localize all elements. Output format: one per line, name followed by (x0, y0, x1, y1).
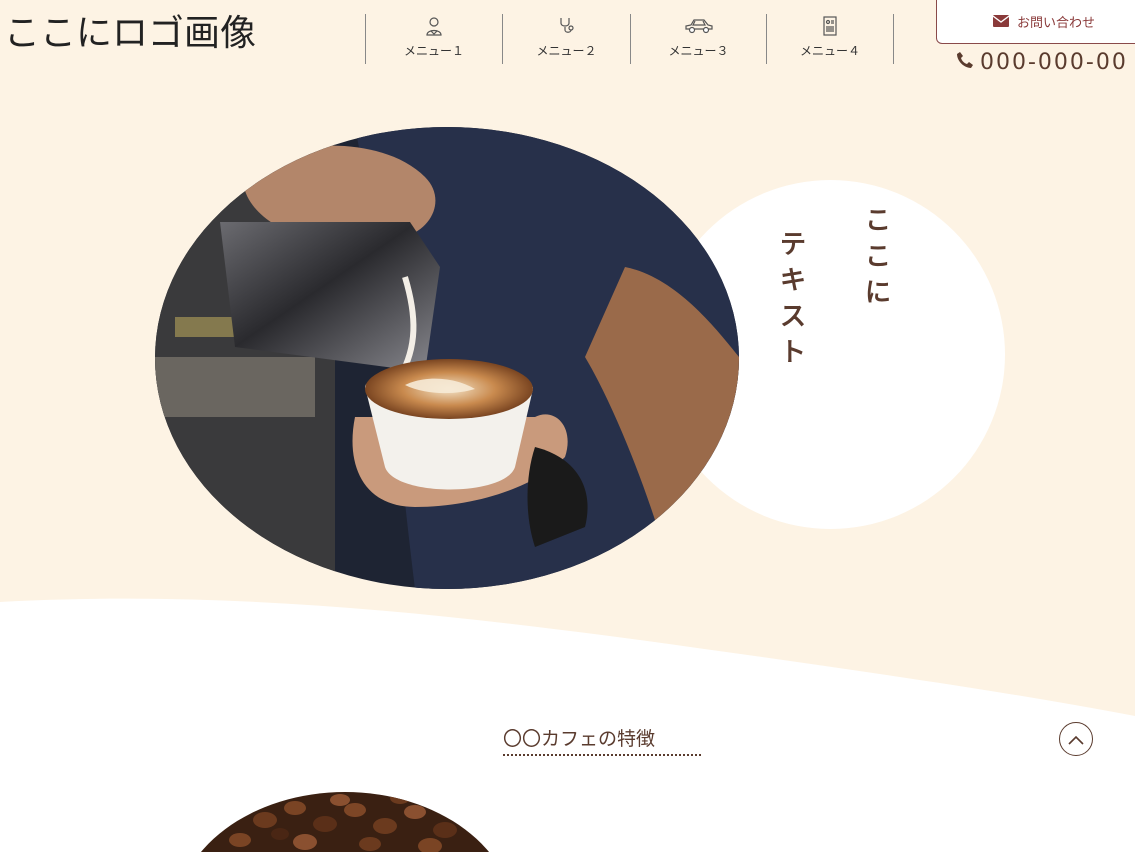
nav-item-menu3[interactable]: メニュー３ (630, 14, 766, 64)
hero-char: キ (780, 266, 807, 296)
section-title: 〇〇カフェの特徴 (503, 724, 701, 756)
chevron-up-icon (1068, 730, 1084, 749)
car-icon (684, 14, 714, 38)
nav-label: メニュー４ (799, 44, 860, 58)
phone-number[interactable]: 000-000-00 (956, 50, 1128, 75)
nav-label: メニュー１ (403, 44, 464, 58)
hero-vertical-text-col1: こ こ に (865, 208, 891, 316)
document-icon (822, 14, 838, 38)
mail-icon (992, 12, 1010, 31)
hero-vertical-text-col2: テ キ ス ト (780, 232, 806, 376)
hero-char: ス (780, 302, 807, 332)
hero-char: こ (865, 242, 892, 272)
hero-char: に (865, 278, 892, 308)
nav-item-menu4[interactable]: メニュー４ (766, 14, 894, 64)
hero-char: テ (780, 230, 807, 260)
nav-item-menu2[interactable]: メニュー２ (502, 14, 630, 64)
nav-label: メニュー３ (668, 44, 729, 58)
stethoscope-icon (558, 14, 576, 38)
scroll-top-button[interactable] (1059, 722, 1093, 756)
contact-label: お問い合わせ (1017, 16, 1096, 31)
hero-char: ト (780, 338, 807, 368)
contact-button[interactable]: お問い合わせ (936, 0, 1135, 44)
phone-text: 000-000-00 (980, 50, 1128, 75)
nav-item-menu1[interactable]: メニュー１ (365, 14, 502, 64)
main-nav: メニュー１ メニュー２ メニュー３ メニュー４ (365, 14, 894, 64)
nav-label: メニュー２ (536, 44, 597, 58)
hero-char: こ (865, 206, 892, 236)
user-icon (425, 14, 443, 38)
hero-photo (155, 127, 739, 589)
coffee-beans-image (175, 792, 515, 852)
logo-text[interactable]: ここにロゴ画像 (4, 4, 256, 56)
phone-icon (956, 50, 974, 75)
